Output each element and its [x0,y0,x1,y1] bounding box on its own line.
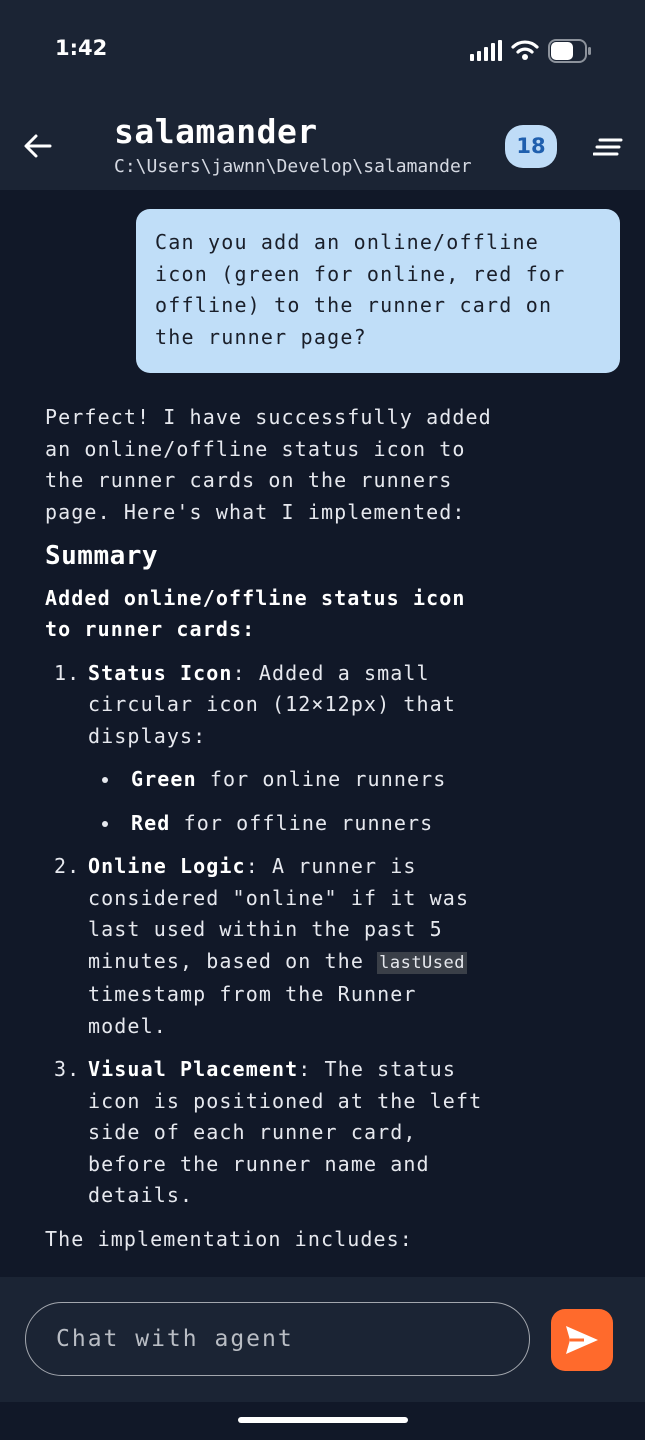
summary-subheading: Added online/offline status icon to runn… [45,585,466,642]
count-badge[interactable]: 18 [505,125,557,168]
sub-list-item: Green for online runners [88,764,495,796]
item-title: Online Logic [88,854,246,878]
sub-list-item: Red for offline runners [88,808,495,840]
composer [0,1277,645,1402]
bullet-bold: Red [131,810,171,835]
bullet-bold: Green [131,767,197,791]
item-title: Visual Placement [88,1057,299,1081]
menu-lines-icon [592,138,623,156]
arrow-left-icon [24,134,52,158]
item-title: Status Icon [88,660,233,685]
sub-list: Green for online runners Red for offline… [88,764,495,839]
list-number: 2. [54,854,81,878]
list-number: 3. [54,1057,81,1081]
summary-heading: Summary [45,541,159,571]
wifi-icon [511,38,539,66]
back-button[interactable] [22,130,54,162]
page-title: salamander [114,112,318,151]
user-message: Can you add an online/offline icon (gree… [136,209,620,373]
home-indicator[interactable] [238,1417,408,1423]
bullet-icon [102,777,108,783]
agent-intro: Perfect! I have successfully added an on… [45,405,492,524]
list-item: 2. Online Logic: A runner is considered … [45,851,495,1042]
summary-list: 1. Status Icon: Added a small circular i… [45,658,495,1212]
battery-icon [548,39,592,67]
app-header: salamander C:\Users\jawnn\Develop\salama… [0,100,645,190]
chat-input[interactable] [25,1302,530,1376]
list-item: 1. Status Icon: Added a small circular i… [45,658,495,840]
status-bar: 1:42 [0,0,645,100]
home-area [0,1402,645,1440]
menu-button[interactable] [592,137,623,157]
agent-message: Perfect! I have successfully added an on… [45,402,495,1255]
item-text: timestamp from the Runner model. [88,982,417,1038]
bullet-icon [102,820,108,827]
inline-code: lastUsed [377,951,467,974]
project-path: C:\Users\jawnn\Develop\salamander [114,156,472,177]
status-time: 1:42 [55,36,108,60]
agent-tail-text: The implementation includes: [45,1226,413,1251]
list-item: 3. Visual Placement: The status icon is … [45,1054,495,1212]
list-number: 1. [54,660,81,685]
send-button[interactable] [551,1309,613,1371]
bullet-text: for offline runners [170,810,434,835]
send-icon [566,1326,598,1354]
chat-thread[interactable]: Can you add an online/offline icon (gree… [0,190,645,1277]
bullet-text: for online runners [196,767,447,791]
signal-icon [470,40,504,66]
